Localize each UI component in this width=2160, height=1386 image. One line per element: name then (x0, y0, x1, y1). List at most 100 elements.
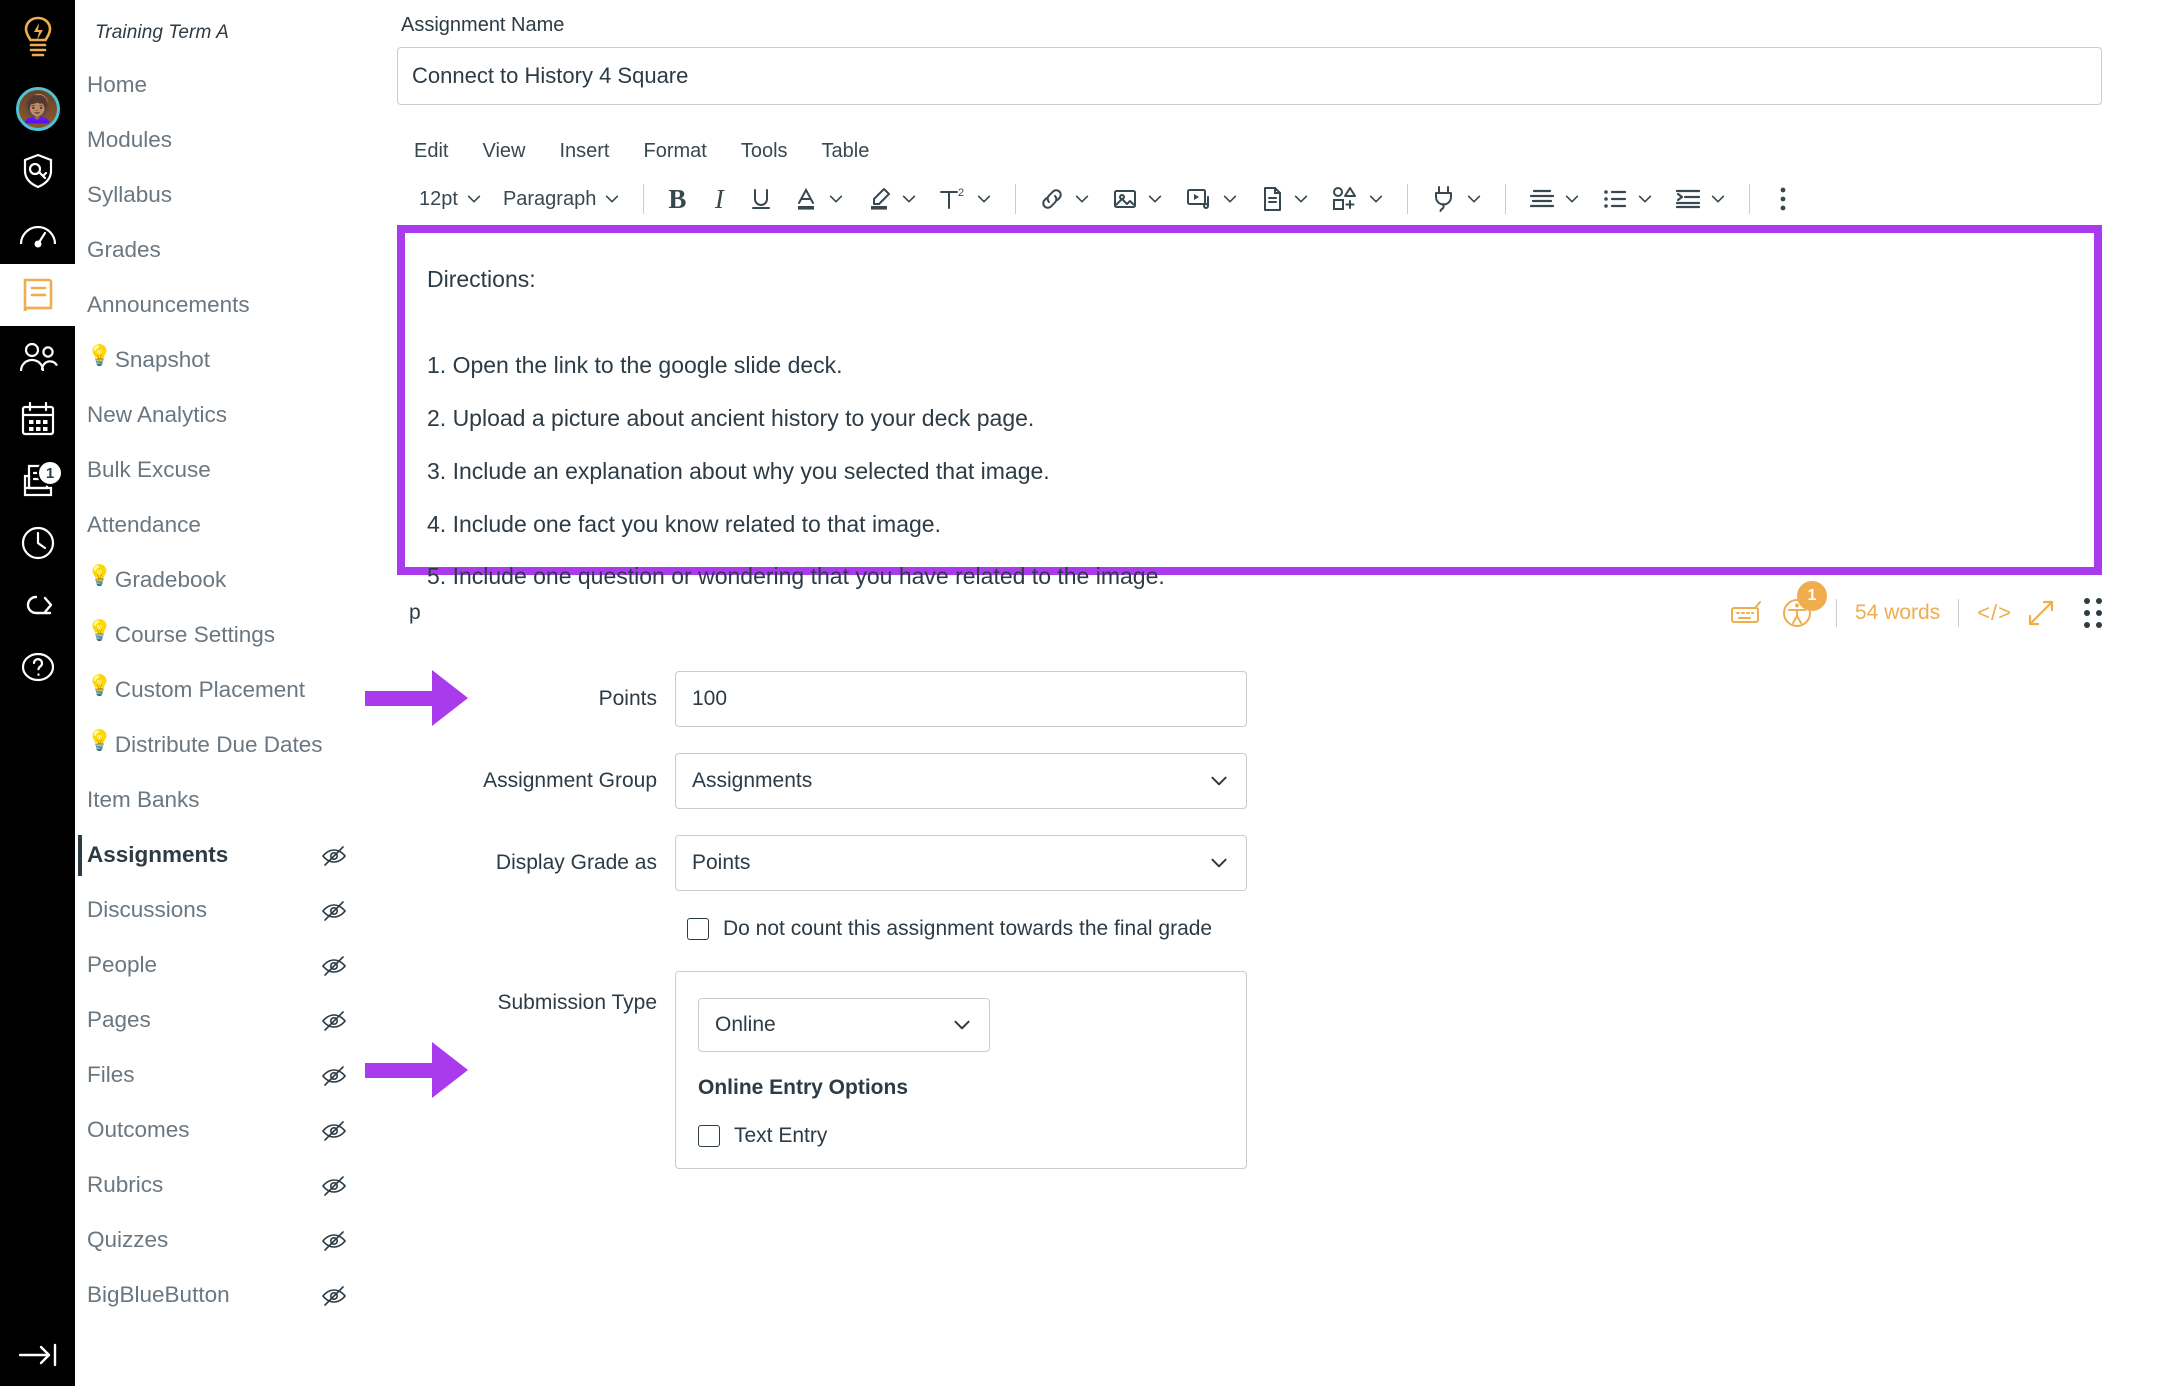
resize-expand-icon[interactable] (2020, 592, 2062, 634)
sidebar-item-home[interactable]: Home (75, 58, 365, 113)
sidebar-item-pages[interactable]: Pages (75, 993, 365, 1048)
shapes-button[interactable] (1320, 178, 1395, 220)
image-button[interactable] (1101, 178, 1174, 220)
admin-shield-icon[interactable] (0, 140, 75, 202)
link-button[interactable] (1028, 178, 1101, 220)
chevron-down-icon (467, 195, 481, 203)
hidden-eye-icon[interactable] (321, 1118, 347, 1144)
document-button[interactable] (1249, 178, 1320, 220)
sidebar-item-label: Grades (87, 237, 161, 263)
sidebar-item-course-settings[interactable]: 💡 Course Settings (75, 608, 365, 663)
bold-button[interactable]: B (656, 178, 698, 220)
option-checkbox[interactable] (698, 1125, 720, 1147)
dashboard-logo-icon[interactable] (0, 0, 75, 78)
editor-menu-edit[interactable]: Edit (414, 140, 448, 163)
accessibility-checker-icon[interactable]: 1 (1776, 581, 1827, 634)
sidebar-item-gradebook[interactable]: 💡 Gradebook (75, 553, 365, 608)
display-grade-as-select[interactable]: Points (675, 835, 1247, 891)
more-options-kebab-icon[interactable] (1762, 178, 1804, 220)
indent-button[interactable] (1664, 178, 1737, 220)
hidden-eye-icon[interactable] (321, 1173, 347, 1199)
sidebar-item-modules[interactable]: Modules (75, 113, 365, 168)
sidebar-item-distribute-due-dates[interactable]: 💡 Distribute Due Dates (75, 718, 365, 773)
sidebar-item-snapshot[interactable]: 💡 Snapshot (75, 333, 365, 388)
sidebar-item-grades[interactable]: Grades (75, 223, 365, 278)
keyboard-shortcuts-icon[interactable] (1726, 592, 1768, 634)
sidebar-item-label: Discussions (87, 897, 208, 923)
sidebar-item-bulk-excuse[interactable]: Bulk Excuse (75, 443, 365, 498)
online-entry-option[interactable]: Text Entry (698, 1124, 1224, 1148)
account-avatar[interactable]: 👩🏽‍🦱 (0, 78, 75, 140)
sidebar-item-rubrics[interactable]: Rubrics (75, 1158, 365, 1213)
submission-type-row: Submission Type Online Online Entry Opti… (365, 971, 2100, 1169)
sidebar-item-outcomes[interactable]: Outcomes (75, 1103, 365, 1158)
sidebar-item-custom-placement[interactable]: 💡 Custom Placement (75, 663, 365, 718)
sidebar-item-item-banks[interactable]: Item Banks (75, 773, 365, 828)
sidebar-item-files[interactable]: Files (75, 1048, 365, 1103)
sidebar-item-discussions[interactable]: Discussions (75, 883, 365, 938)
html-editor-toggle[interactable]: </> (1977, 600, 2012, 626)
editor-menu-view[interactable]: View (482, 140, 525, 163)
apps-plug-button[interactable] (1420, 178, 1493, 220)
sidebar-item-bigbluebutton[interactable]: BigBlueButton (75, 1268, 365, 1323)
hidden-eye-icon[interactable] (321, 1063, 347, 1089)
superscript-button[interactable]: 2 (928, 178, 1003, 220)
omit-from-final-grade-checkbox[interactable] (687, 918, 709, 940)
font-size-dropdown[interactable]: 12pt (409, 178, 493, 220)
sidebar-item-label: 💡 Snapshot (87, 346, 353, 374)
highlight-color-button[interactable] (855, 178, 928, 220)
submission-type-select[interactable]: Online (698, 998, 990, 1052)
sidebar-item-syllabus[interactable]: Syllabus (75, 168, 365, 223)
omit-from-final-grade-row[interactable]: Do not count this assignment towards the… (687, 917, 2100, 941)
chevron-down-icon (1076, 195, 1089, 203)
hidden-eye-icon[interactable] (321, 953, 347, 979)
online-entry-options-list: Text Entry (698, 1124, 1224, 1148)
commons-export-icon[interactable] (0, 574, 75, 636)
inbox-icon[interactable]: 1 (0, 450, 75, 512)
editor-drag-handle-icon[interactable] (2084, 598, 2102, 628)
collapse-nav-icon[interactable] (0, 1324, 75, 1386)
hidden-eye-icon[interactable] (321, 898, 347, 924)
toolbar-divider (643, 184, 645, 214)
block-format-value: Paragraph (502, 187, 597, 210)
sidebar-item-announcements[interactable]: Announcements (75, 278, 365, 333)
hidden-eye-icon[interactable] (321, 843, 347, 869)
editor-menu-format[interactable]: Format (644, 140, 707, 163)
sidebar-item-label: Rubrics (87, 1172, 164, 1198)
svg-text:2: 2 (958, 187, 964, 199)
assignment-group-value: Assignments (692, 769, 813, 792)
editor-menu-tools[interactable]: Tools (741, 140, 788, 163)
media-button[interactable] (1174, 178, 1249, 220)
points-input[interactable]: 100 (675, 671, 1247, 727)
sidebar-item-quizzes[interactable]: Quizzes (75, 1213, 365, 1268)
block-format-dropdown[interactable]: Paragraph (493, 178, 631, 220)
underline-button[interactable] (740, 178, 782, 220)
display-grade-as-row: Display Grade as Points (397, 835, 2100, 891)
dashboard-gauge-icon[interactable] (0, 202, 75, 264)
help-question-icon[interactable] (0, 636, 75, 698)
sidebar-item-assignments[interactable]: Assignments (75, 828, 365, 883)
groups-people-icon[interactable] (0, 326, 75, 388)
sidebar-item-label: Files (87, 1062, 135, 1088)
sidebar-item-attendance[interactable]: Attendance (75, 498, 365, 553)
hidden-eye-icon[interactable] (321, 1228, 347, 1254)
align-button[interactable] (1518, 178, 1591, 220)
bullet-list-button[interactable] (1591, 178, 1664, 220)
courses-book-icon[interactable] (0, 264, 75, 326)
hidden-eye-icon[interactable] (321, 1008, 347, 1034)
toolbar-divider (1015, 184, 1017, 214)
hidden-eye-icon[interactable] (321, 1283, 347, 1309)
sidebar-item-label: Announcements (87, 292, 250, 318)
toolbar-divider (1749, 184, 1751, 214)
editor-menu-insert[interactable]: Insert (559, 140, 609, 163)
assignment-group-select[interactable]: Assignments (675, 753, 1247, 809)
text-color-button[interactable] (782, 178, 855, 220)
history-clock-icon[interactable] (0, 512, 75, 574)
italic-button[interactable]: I (698, 178, 740, 220)
assignment-name-input[interactable]: Connect to History 4 Square (397, 47, 2102, 105)
calendar-icon[interactable] (0, 388, 75, 450)
editor-content-area[interactable]: Directions: 1. Open the link to the goog… (397, 225, 2102, 589)
sidebar-item-new-analytics[interactable]: New Analytics (75, 388, 365, 443)
editor-menu-table[interactable]: Table (822, 140, 870, 163)
sidebar-item-people[interactable]: People (75, 938, 365, 993)
